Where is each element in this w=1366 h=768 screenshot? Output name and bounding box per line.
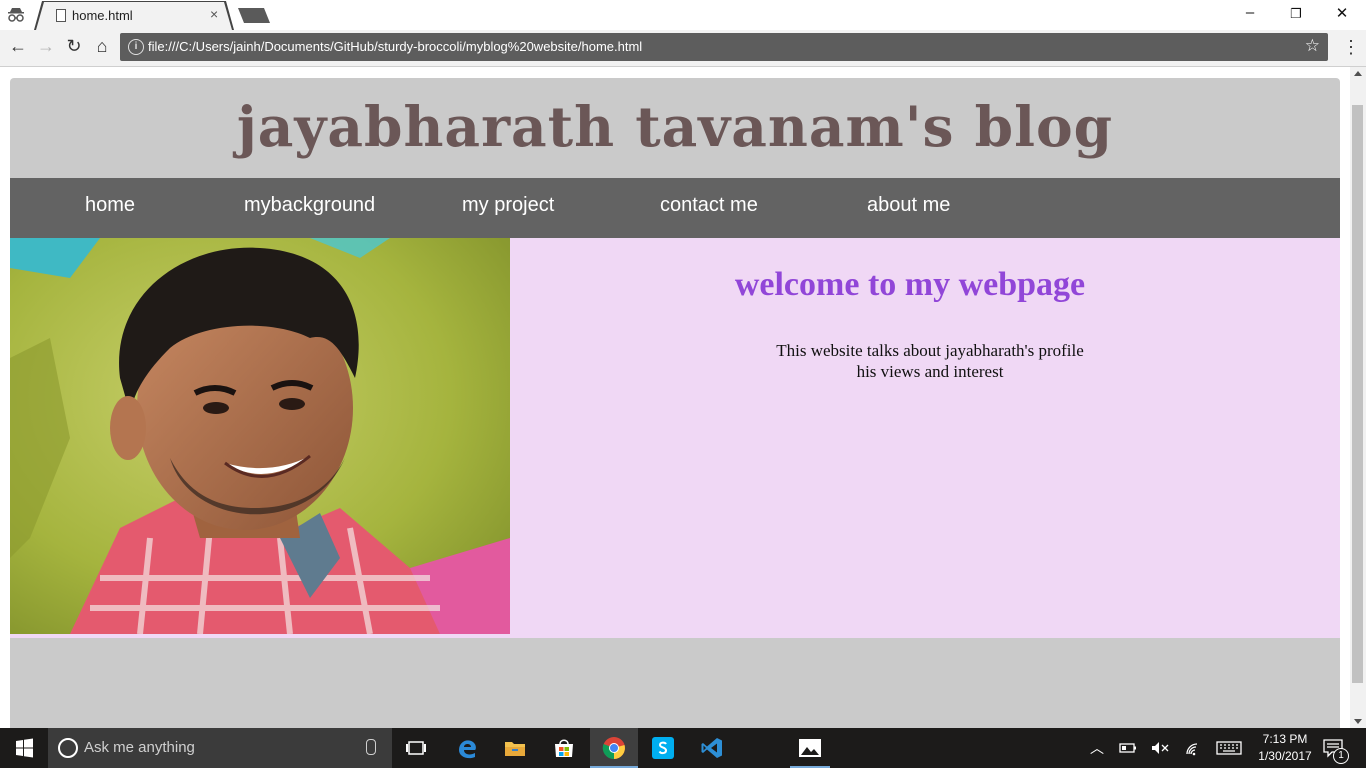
- url-text[interactable]: file:///C:/Users/jainh/Documents/GitHub/…: [148, 39, 642, 54]
- profile-photo: [10, 238, 510, 634]
- cortana-search-box[interactable]: Ask me anything: [48, 728, 392, 768]
- file-explorer-icon[interactable]: [503, 736, 527, 760]
- intro-line: This website talks about jayabharath's p…: [776, 341, 1084, 360]
- nav-link-mybackground[interactable]: mybackground: [244, 194, 375, 217]
- page-viewport: jayabharath tavanam's blog home mybackgr…: [0, 67, 1350, 728]
- chrome-taskbar-button[interactable]: [590, 728, 638, 768]
- show-hidden-icons-icon[interactable]: ︿: [1090, 738, 1104, 758]
- microphone-icon[interactable]: [366, 739, 376, 755]
- chrome-icon: [602, 737, 625, 760]
- back-button[interactable]: ←: [6, 36, 30, 57]
- nav-link-my-project[interactable]: my project: [462, 194, 554, 217]
- skype-icon[interactable]: [651, 736, 675, 760]
- address-bar[interactable]: i file:///C:/Users/jainh/Documents/GitHu…: [120, 33, 1328, 61]
- site-title: jayabharath tavanam's blog: [236, 94, 1114, 159]
- visual-studio-code-icon[interactable]: [700, 736, 724, 760]
- vertical-scrollbar[interactable]: [1350, 67, 1366, 728]
- browser-tab-home[interactable]: home.html ×: [36, 2, 232, 30]
- scroll-down-arrow-icon[interactable]: [1354, 719, 1362, 724]
- nav-link-home[interactable]: home: [85, 194, 135, 217]
- wifi-icon[interactable]: [1184, 736, 1204, 760]
- minimize-button[interactable]: –: [1227, 4, 1273, 21]
- welcome-section: welcome to my webpage This website talks…: [10, 238, 1340, 638]
- intro-line: his views and interest: [856, 362, 1004, 381]
- close-window-button[interactable]: ✕: [1319, 4, 1365, 22]
- cortana-icon: [58, 738, 78, 758]
- task-view-icon[interactable]: [404, 736, 428, 760]
- reload-button[interactable]: ↻: [62, 36, 86, 57]
- clock-date[interactable]: 1/30/2017: [1250, 749, 1320, 763]
- edge-browser-icon[interactable]: [455, 736, 479, 760]
- info-icon[interactable]: i: [128, 39, 144, 55]
- intro-text: This website talks about jayabharath's p…: [530, 340, 1330, 382]
- clock-time[interactable]: 7:13 PM: [1250, 732, 1320, 746]
- tab-title: home.html: [72, 8, 133, 23]
- store-icon[interactable]: [552, 736, 576, 760]
- incognito-icon: [8, 8, 24, 22]
- browser-menu-icon[interactable]: ⋮: [1342, 34, 1360, 60]
- tab-close-icon[interactable]: ×: [210, 6, 218, 22]
- new-tab-button[interactable]: [238, 8, 270, 23]
- welcome-heading: welcome to my webpage: [734, 266, 1086, 303]
- battery-icon[interactable]: [1118, 736, 1138, 760]
- blog-page: jayabharath tavanam's blog home mybackgr…: [10, 78, 1340, 728]
- nav-link-about-me[interactable]: about me: [867, 194, 950, 217]
- volume-muted-icon[interactable]: [1150, 736, 1170, 760]
- touch-keyboard-icon[interactable]: [1216, 736, 1242, 760]
- browser-tab-strip: home.html × – ❐ ✕: [0, 0, 1366, 30]
- browser-toolbar: ← → ↻ ⌂ i file:///C:/Users/jainh/Documen…: [0, 30, 1366, 67]
- search-placeholder: Ask me anything: [84, 739, 195, 756]
- scrollbar-thumb[interactable]: [1352, 105, 1363, 683]
- restore-button[interactable]: ❐: [1273, 6, 1319, 22]
- windows-taskbar: Ask me anything ︿ 7:13 PM 1/30/2017 1: [0, 728, 1366, 768]
- forward-button[interactable]: →: [34, 36, 58, 57]
- scroll-up-arrow-icon[interactable]: [1354, 71, 1362, 76]
- photos-icon[interactable]: [798, 736, 822, 760]
- notification-count-badge: 1: [1333, 748, 1349, 764]
- site-nav-bar: home mybackground my project contact me …: [10, 178, 1340, 238]
- home-button[interactable]: ⌂: [90, 36, 114, 57]
- bookmark-star-icon[interactable]: ☆: [1305, 36, 1320, 56]
- windows-start-icon[interactable]: [0, 728, 48, 768]
- nav-link-contact-me[interactable]: contact me: [660, 194, 758, 217]
- file-icon: [56, 9, 66, 22]
